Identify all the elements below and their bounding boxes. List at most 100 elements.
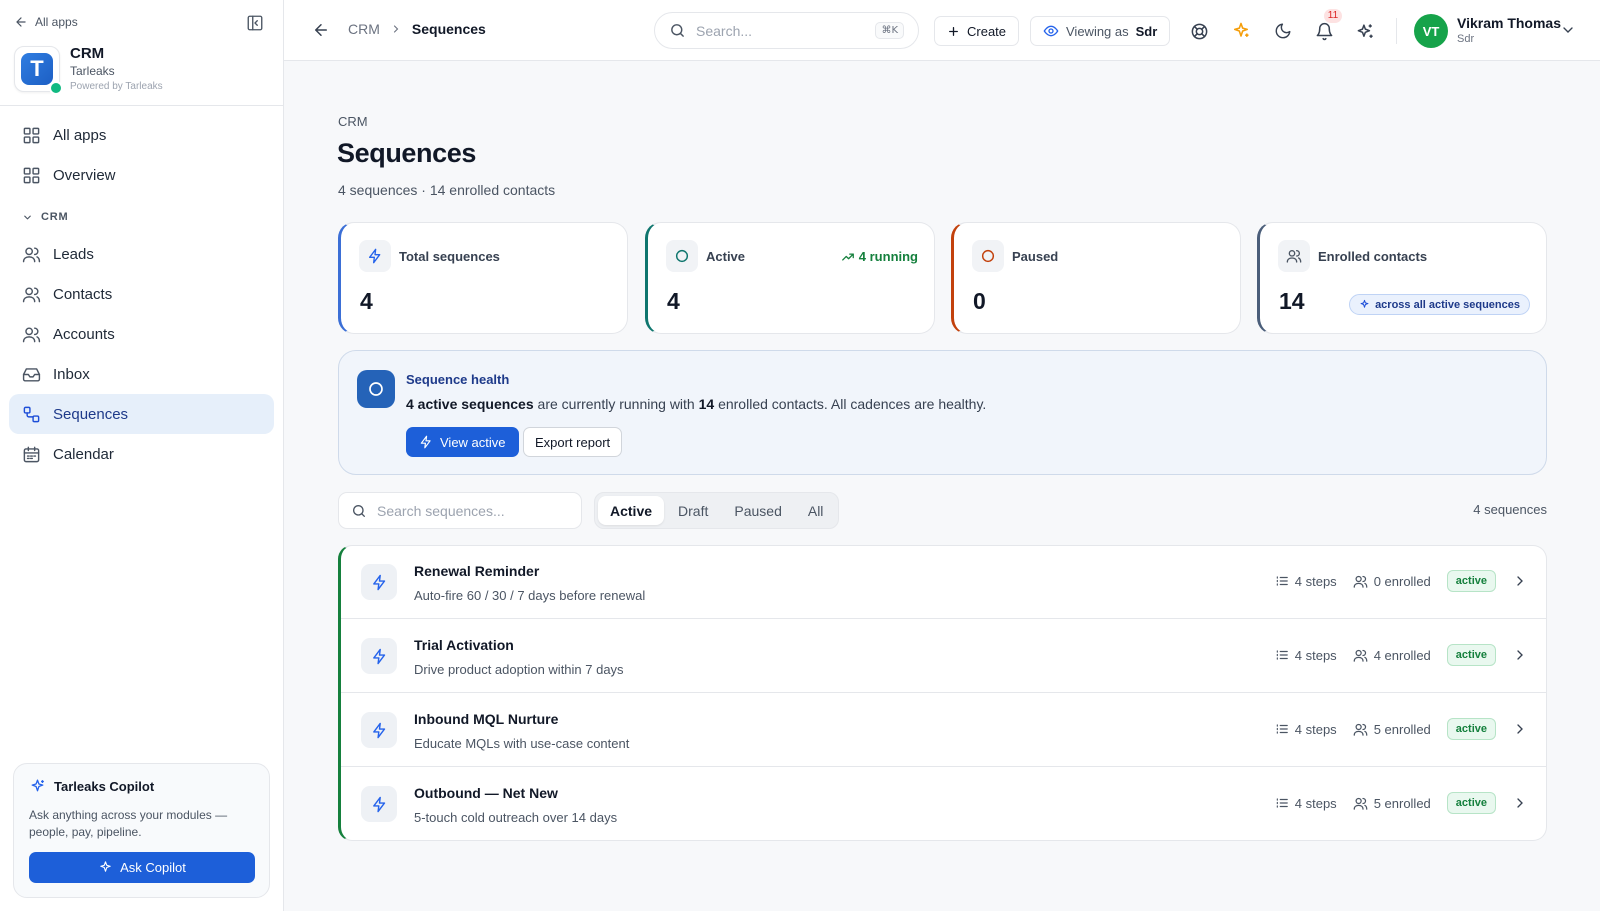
sequence-count: 4 sequences: [1473, 502, 1547, 517]
list-icon: [1276, 576, 1288, 586]
enrolled-label: 0 enrolled: [1373, 573, 1431, 589]
steps-count: 4 steps: [1275, 574, 1337, 589]
sidebar: All apps T CRM Tarleaks Powered by Tarle…: [0, 0, 284, 911]
status-badge: active: [1446, 570, 1496, 592]
list-item[interactable]: Trial Activation Drive product adoption …: [341, 620, 1546, 693]
sidebar-item-calendar[interactable]: Calendar: [9, 434, 274, 474]
sidebar-item-leads[interactable]: Leads: [9, 234, 274, 274]
tab-draft[interactable]: Draft: [666, 496, 720, 525]
list-item[interactable]: Outbound — Net New 5-touch cold outreach…: [341, 768, 1546, 840]
notification-count-badge: 11: [1324, 9, 1342, 23]
list-icon: [1276, 650, 1288, 660]
viewing-as-button[interactable]: Viewing as Sdr: [1030, 16, 1171, 46]
all-apps-back-link[interactable]: All apps: [14, 15, 78, 29]
users-icon: [22, 246, 41, 262]
grid-icon: [23, 167, 40, 183]
ai-sparkle-button[interactable]: [1230, 20, 1252, 42]
sequence-list: Renewal Reminder Auto-fire 60 / 30 / 7 d…: [338, 545, 1547, 841]
global-search-input[interactable]: Search... ⌘K: [654, 12, 919, 49]
steps-label: 4 steps: [1294, 573, 1337, 589]
enrolled-count: 4 enrolled: [1353, 648, 1431, 663]
sequence-search-input[interactable]: Search sequences...: [338, 492, 582, 529]
ask-copilot-button[interactable]: Ask Copilot: [29, 852, 255, 883]
help-button[interactable]: [1188, 20, 1210, 42]
sidebar-item-inbox[interactable]: Inbox: [9, 354, 274, 394]
list-item[interactable]: Renewal Reminder Auto-fire 60 / 30 / 7 d…: [341, 546, 1546, 619]
viewing-as-label: Viewing as: [1066, 23, 1129, 39]
sidebar-collapse-button[interactable]: [246, 14, 266, 34]
stat-card-enrolled: Enrolled contacts 14 across all active s…: [1257, 222, 1547, 334]
enrolled-label: 5 enrolled: [1373, 795, 1431, 811]
sidebar-item-overview[interactable]: Overview: [9, 155, 274, 195]
row-icon-wrap: [361, 638, 397, 674]
notifications-button[interactable]: [1313, 20, 1335, 42]
back-button[interactable]: [312, 21, 330, 39]
sidebar-item-accounts[interactable]: Accounts: [9, 314, 274, 354]
row-icon-wrap: [361, 564, 397, 600]
chevron-right-icon: [1517, 798, 1523, 808]
sidebar-item-label: Overview: [53, 166, 116, 184]
copilot-card: Tarleaks Copilot Ask anything across you…: [13, 763, 270, 898]
page-title: Sequences: [337, 138, 476, 168]
plus-icon: [949, 26, 958, 36]
bolt-icon: [420, 435, 431, 449]
health-title: Sequence health: [406, 372, 510, 387]
brand-header: T CRM Tarleaks Powered by Tarleaks: [14, 45, 163, 95]
page-breadcrumb[interactable]: CRM: [338, 114, 368, 129]
sequence-search-placeholder: Search sequences...: [377, 502, 505, 519]
tab-all[interactable]: All: [796, 496, 836, 525]
stat-card-total: Total sequences 4: [338, 222, 628, 334]
users-icon: [1286, 250, 1302, 263]
stat-label: Total sequences: [399, 249, 500, 264]
breadcrumb-crm[interactable]: CRM: [348, 21, 380, 37]
sidebar-item-sequences[interactable]: Sequences: [9, 394, 274, 434]
sidebar-item-all-apps[interactable]: All apps: [9, 115, 274, 155]
enrolled-label: 5 enrolled: [1373, 721, 1431, 737]
users-icon: [22, 286, 41, 302]
user-name[interactable]: Vikram Thomas: [1457, 15, 1561, 31]
row-icon-wrap: [361, 786, 397, 822]
bolt-icon: [372, 648, 385, 664]
chevron-right-icon: [1517, 650, 1523, 660]
stat-label: Enrolled contacts: [1318, 249, 1428, 264]
theme-toggle-button[interactable]: [1272, 20, 1294, 42]
bolt-icon: [372, 722, 385, 738]
viewing-as-value: Sdr: [1135, 23, 1158, 39]
sparkle-icon: [31, 779, 44, 792]
moon-icon: [1275, 23, 1291, 39]
tab-paused[interactable]: Paused: [722, 496, 793, 525]
circle-icon: [675, 249, 689, 263]
sparkles-icon: [1357, 23, 1373, 38]
avatar[interactable]: VT: [1414, 14, 1448, 48]
steps-label: 4 steps: [1294, 721, 1337, 737]
create-button[interactable]: Create: [934, 16, 1020, 46]
page-subtitle: 4 sequences · 14 enrolled contacts: [338, 182, 556, 198]
sidebar-item-label: Inbox: [53, 365, 90, 383]
users-icon: [1353, 797, 1368, 810]
stat-trend: 4 running: [841, 249, 918, 264]
create-label: Create: [967, 23, 1007, 39]
user-menu-toggle[interactable]: [1560, 22, 1576, 38]
sidebar-item-contacts[interactable]: Contacts: [9, 274, 274, 314]
copilot-description: Ask anything across your modules — peopl…: [29, 808, 228, 839]
magic-button[interactable]: [1354, 20, 1376, 42]
sidebar-item-label: Calendar: [53, 445, 114, 463]
sequence-description: Educate MQLs with use-case content: [414, 736, 630, 751]
view-active-button[interactable]: View active: [406, 427, 519, 457]
export-report-button[interactable]: Export report: [523, 427, 623, 457]
stat-card-paused: Paused 0: [951, 222, 1241, 334]
lifebuoy-icon: [1191, 23, 1207, 39]
health-message: 4 active sequences are currently running…: [406, 396, 986, 412]
users-icon: [22, 326, 41, 342]
stat-label: Paused: [1012, 249, 1059, 264]
stat-value: 4: [360, 288, 373, 314]
calendar-icon: [23, 446, 40, 462]
enrolled-label: 4 enrolled: [1373, 647, 1431, 663]
tab-active[interactable]: Active: [598, 496, 665, 525]
health-message-1: are currently running with: [533, 396, 699, 412]
circle-icon: [369, 382, 383, 396]
breadcrumb-current: Sequences: [411, 21, 486, 37]
list-item[interactable]: Inbound MQL Nurture Educate MQLs with us…: [341, 694, 1546, 767]
sequence-icon: [23, 406, 40, 422]
sidebar-section-crm[interactable]: CRM: [22, 211, 68, 223]
